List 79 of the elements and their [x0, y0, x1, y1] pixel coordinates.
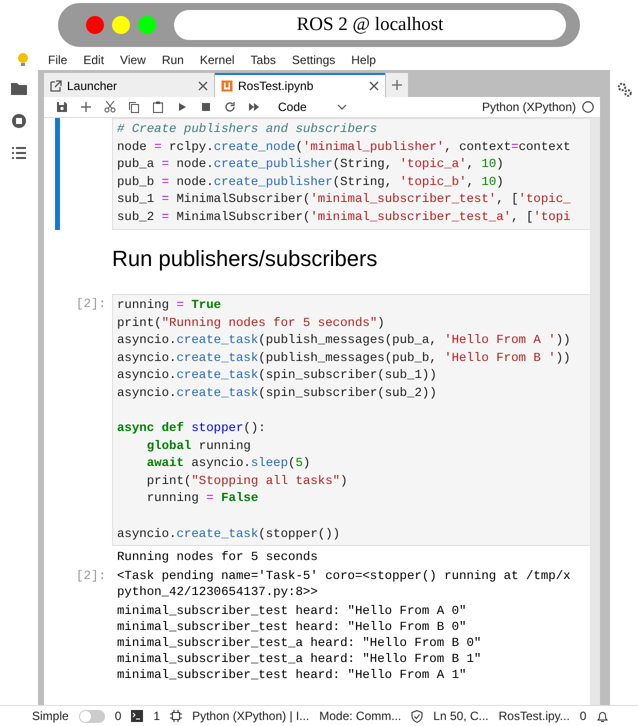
code-line: running = False — [146, 490, 260, 508]
plus-icon[interactable] — [386, 73, 408, 97]
minimize-dot[interactable] — [112, 16, 130, 34]
code-line: asyncio.create_task(publish_messages(pub_b, 'Hello From B ')) — [117, 350, 572, 367]
menu-item[interactable]: Edit — [75, 51, 112, 69]
shield-icon[interactable] — [411, 710, 424, 722]
file-name: RosTest.ipy... — [498, 708, 570, 725]
stop-circle-icon[interactable] — [11, 113, 27, 129]
menu-item[interactable]: View — [112, 51, 154, 69]
scrollbar[interactable] — [590, 118, 600, 705]
save-icon[interactable] — [56, 101, 68, 113]
external-link-icon — [50, 80, 62, 92]
kernel-count: 1 — [153, 708, 160, 725]
menu-item[interactable]: Help — [343, 51, 384, 69]
cell-prompt: [2]: — [74, 296, 107, 313]
mode-toggle-label: Simple — [32, 708, 69, 725]
tab[interactable]: Launcher — [44, 73, 214, 97]
menu-item[interactable]: Kernel — [192, 51, 243, 69]
output-line: minimal_subscriber_test_a heard: "Hello From B 1" — [116, 651, 482, 668]
chip-icon[interactable] — [170, 710, 182, 722]
stop-icon[interactable] — [200, 101, 212, 113]
maximize-dot[interactable] — [138, 16, 156, 34]
code-line: asyncio.create_task(spin_subscriber(sub_2)) — [117, 384, 438, 402]
plus-icon[interactable] — [80, 101, 92, 113]
cell-type-dropdown[interactable]: Code — [270, 98, 355, 116]
code-line: print("Stopping all tasks") — [146, 472, 349, 490]
close-dot[interactable] — [86, 16, 104, 34]
code-line: sub_2 = MinimalSubscriber('minimal_subscriber_test_a', ['topi — [117, 208, 572, 226]
output-line: python_42/1230654137.py:8>> — [116, 584, 319, 600]
code-line: # Create publishers and subscribers — [117, 121, 378, 138]
code-line: asyncio.create_task(spin_subscriber(sub_1)) — [117, 367, 438, 384]
paste-icon[interactable] — [152, 101, 164, 113]
menu-item[interactable]: Run — [154, 51, 192, 69]
fast-forward-icon[interactable] — [248, 101, 260, 113]
output-line: minimal_subscriber_test heard: "Hello From B 0" — [116, 619, 468, 636]
kernel-status[interactable]: Python (XPython) | I... — [192, 707, 310, 725]
output-line: minimal_subscriber_test heard: "Hello From A 1" — [116, 667, 468, 684]
output-line: minimal_subscriber_test_a heard: "Hello From B 0" — [116, 635, 482, 652]
output-line: minimal_subscriber_test heard: "Hello From A 0" — [116, 603, 468, 620]
output-line: <Task pending name='Task-5' coro=<stopper() running at /tmp/x — [116, 568, 571, 584]
code-line: await asyncio.sleep(5) — [146, 455, 312, 472]
close-icon[interactable] — [198, 81, 208, 91]
code-line: global running — [146, 438, 252, 455]
output-line: Running nodes for 5 seconds — [116, 549, 318, 566]
code-line: asyncio.create_task(publish_messages(pub_a, 'Hello From A ')) — [117, 332, 572, 350]
tab[interactable]: RosTest.ipynb — [215, 73, 385, 97]
lightbulb-logo-icon — [16, 52, 30, 68]
folder-icon[interactable] — [11, 82, 27, 95]
notification-count: 0 — [580, 708, 586, 725]
window-title: ROS 2 @ localhost — [174, 10, 566, 40]
output-prompt: [2]: — [74, 568, 107, 586]
code-line: node = rclpy.create_node('minimal_publisher', context=context — [117, 138, 572, 156]
code-line: asyncio.create_task(stopper()) — [117, 526, 342, 543]
code-line: pub_a = node.create_publisher(String, 'topic_a', 10) — [117, 156, 505, 174]
toggle-switch[interactable] — [78, 710, 105, 722]
code-line: print("Running nodes for 5 seconds") — [117, 314, 386, 332]
cursor-position[interactable]: Ln 50, C... — [433, 707, 489, 725]
terminal-count: 0 — [114, 708, 122, 725]
close-icon[interactable] — [369, 81, 379, 91]
copy-icon[interactable] — [128, 101, 140, 113]
gears-icon[interactable] — [616, 82, 632, 97]
play-icon[interactable] — [176, 101, 188, 113]
code-line: sub_1 = MinimalSubscriber('minimal_subscriber_test', ['topic_ — [117, 191, 572, 208]
cut-icon[interactable] — [104, 101, 116, 113]
menu-item[interactable]: Settings — [284, 51, 344, 69]
list-icon[interactable] — [12, 147, 26, 159]
code-line: pub_b = node.create_publisher(String, 'topic_b', 10) — [117, 174, 505, 191]
markdown-heading: Run publishers/subscribers — [112, 246, 378, 272]
caret-icon — [336, 104, 347, 110]
mode-status: Mode: Comm... — [319, 708, 402, 725]
refresh-icon[interactable] — [224, 101, 236, 113]
terminal-icon[interactable] — [131, 710, 144, 722]
code-line: running = True — [117, 296, 222, 314]
notebook-icon — [221, 80, 233, 92]
menu-item[interactable]: Tabs — [242, 51, 284, 69]
bell-icon[interactable] — [596, 710, 610, 722]
kernel-name[interactable]: Python (XPython) — [482, 98, 576, 116]
code-line: async def stopper(): — [117, 420, 267, 438]
menu-item[interactable]: File — [40, 51, 76, 69]
